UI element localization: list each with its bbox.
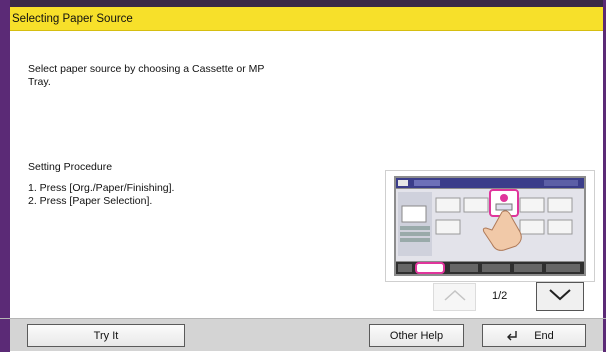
help-content: Select paper source by choosing a Casset… <box>10 31 603 318</box>
title-bar: Selecting Paper Source <box>10 7 603 31</box>
procedure-title: Setting Procedure <box>28 161 113 173</box>
procedure-steps: 1. Press [Org./Paper/Finishing]. 2. Pres… <box>28 182 174 208</box>
chevron-down-icon <box>548 287 572 306</box>
end-button[interactable]: End <box>482 324 586 347</box>
page-title: Selecting Paper Source <box>12 12 133 25</box>
other-help-button[interactable]: Other Help <box>369 324 464 347</box>
copy-screen-illustration <box>394 176 586 276</box>
chevron-up-icon <box>443 288 467 307</box>
return-arrow-icon <box>506 330 518 341</box>
page-down-button[interactable] <box>536 282 584 311</box>
procedure-step: 2. Press [Paper Selection]. <box>28 195 153 207</box>
bottom-toolbar: Try It Other Help End <box>0 318 606 352</box>
toolbar-left-border <box>0 319 10 352</box>
screen-preview-image <box>385 170 595 282</box>
procedure-step: 1. Press [Org./Paper/Finishing]. <box>28 182 175 194</box>
page-indicator: 1/2 <box>492 290 508 302</box>
try-it-button[interactable]: Try It <box>27 324 185 347</box>
description-text: Select paper source by choosing a Casset… <box>28 63 265 88</box>
window-left-border <box>0 0 10 318</box>
end-button-label: End <box>534 329 554 342</box>
window-top-border <box>0 0 606 7</box>
page-up-button[interactable] <box>433 283 476 311</box>
